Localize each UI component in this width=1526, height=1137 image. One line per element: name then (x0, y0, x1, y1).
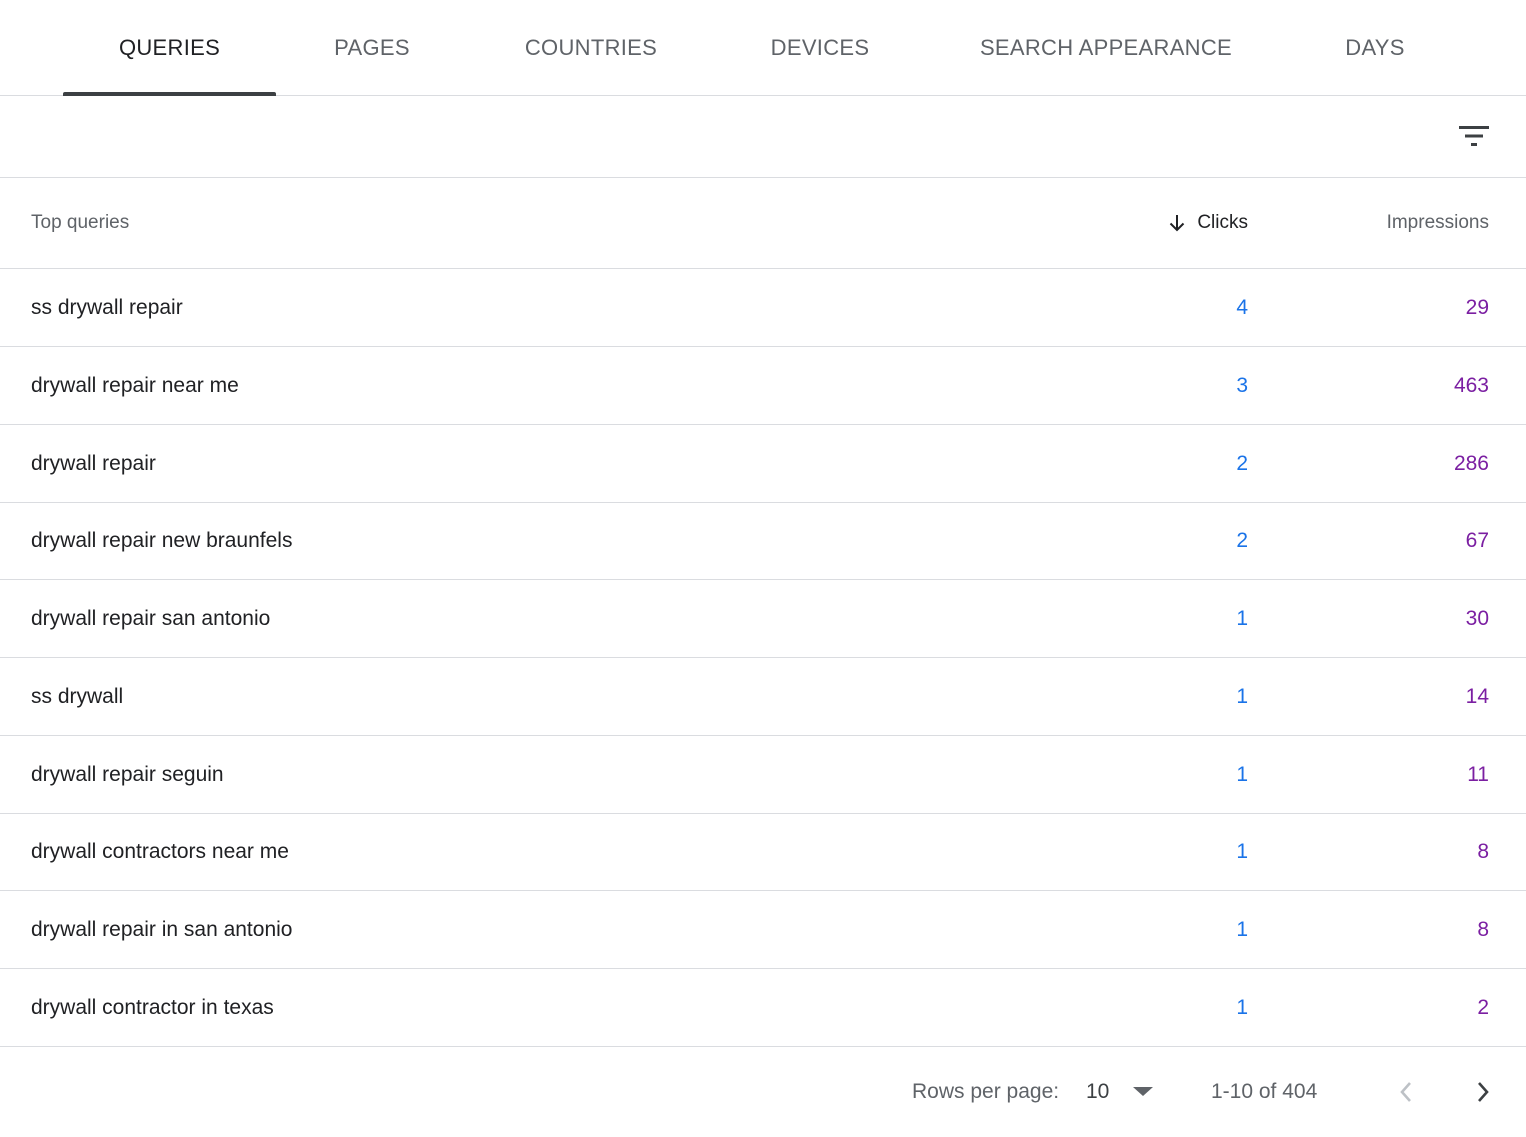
query-cell: drywall repair san antonio (31, 606, 271, 630)
impressions-cell: 67 (1465, 528, 1489, 552)
impressions-cell: 8 (1477, 917, 1489, 941)
query-cell: drywall repair new braunfels (31, 528, 293, 552)
tab-bar: QUERIES PAGES COUNTRIES DEVICES SEARCH A… (0, 0, 1526, 96)
impressions-cell: 2 (1477, 995, 1489, 1019)
next-page-button[interactable] (1459, 1068, 1507, 1116)
page-range-text: 1-10 of 404 (1211, 1080, 1318, 1103)
rows-per-page-value: 10 (1086, 1080, 1110, 1103)
query-cell: ss drywall repair (31, 295, 183, 319)
query-cell: drywall repair near me (31, 373, 239, 397)
tab-queries[interactable]: QUERIES (63, 0, 276, 96)
clicks-cell: 2 (1236, 451, 1248, 475)
table-row[interactable]: drywall repair in san antonio 1 8 (0, 891, 1526, 969)
clicks-header-label: Clicks (1197, 212, 1248, 233)
tab-countries[interactable]: COUNTRIES (491, 0, 691, 95)
impressions-cell: 14 (1465, 684, 1489, 708)
clicks-cell: 1 (1236, 684, 1248, 708)
previous-page-button[interactable] (1382, 1068, 1430, 1116)
chevron-left-icon (1400, 1082, 1411, 1102)
tab-devices[interactable]: DEVICES (720, 0, 920, 95)
filter-button[interactable] (1450, 112, 1498, 160)
query-cell: drywall repair in san antonio (31, 917, 293, 941)
clicks-cell: 3 (1236, 373, 1248, 397)
clicks-cell: 2 (1236, 528, 1248, 552)
table-row[interactable]: drywall repair san antonio 1 30 (0, 580, 1526, 658)
column-header-impressions[interactable]: Impressions (1387, 178, 1489, 268)
table-toolbar (0, 96, 1526, 178)
table-header: Top queries Clicks Impressions (0, 178, 1526, 269)
table-row[interactable]: drywall repair near me 3 463 (0, 347, 1526, 425)
table-row[interactable]: drywall contractors near me 1 8 (0, 813, 1526, 891)
query-cell: ss drywall (31, 684, 124, 708)
impressions-cell: 11 (1467, 762, 1489, 786)
clicks-cell: 1 (1236, 917, 1248, 941)
clicks-cell: 1 (1236, 995, 1248, 1019)
dropdown-arrow-icon (1132, 1086, 1154, 1098)
clicks-cell: 4 (1236, 295, 1248, 319)
pagination-bar: Rows per page: 10 1-10 of 404 (0, 1047, 1526, 1132)
tab-pages[interactable]: PAGES (276, 0, 468, 95)
impressions-cell: 286 (1453, 451, 1489, 475)
table-row[interactable]: drywall repair 2 286 (0, 425, 1526, 503)
column-header-top-queries[interactable]: Top queries (31, 178, 129, 268)
clicks-cell: 1 (1236, 839, 1248, 863)
impressions-cell: 8 (1477, 839, 1489, 863)
table-row[interactable]: drywall contractor in texas 1 2 (0, 969, 1526, 1047)
table-row[interactable]: ss drywall 1 14 (0, 658, 1526, 736)
impressions-cell: 29 (1465, 295, 1489, 319)
tab-days[interactable]: DAYS (1295, 0, 1455, 95)
query-cell: drywall contractors near me (31, 839, 289, 863)
clicks-cell: 1 (1236, 762, 1248, 786)
impressions-cell: 30 (1465, 606, 1489, 630)
column-header-clicks[interactable]: Clicks (1167, 178, 1248, 268)
filter-list-icon (1459, 126, 1489, 146)
rows-per-page-select[interactable]: 10 (1086, 1047, 1166, 1137)
query-cell: drywall contractor in texas (31, 995, 274, 1019)
chevron-right-icon (1478, 1082, 1489, 1102)
table-row[interactable]: ss drywall repair 4 29 (0, 269, 1526, 347)
table-row[interactable]: drywall repair new braunfels 2 67 (0, 502, 1526, 580)
query-cell: drywall repair seguin (31, 762, 224, 786)
clicks-cell: 1 (1236, 606, 1248, 630)
table-row[interactable]: drywall repair seguin 1 11 (0, 736, 1526, 814)
rows-per-page-label: Rows per page: (912, 1080, 1060, 1103)
impressions-cell: 463 (1453, 373, 1489, 397)
arrow-down-icon (1167, 213, 1187, 233)
query-cell: drywall repair (31, 451, 156, 475)
tab-search-appearance[interactable]: SEARCH APPEARANCE (956, 0, 1256, 95)
